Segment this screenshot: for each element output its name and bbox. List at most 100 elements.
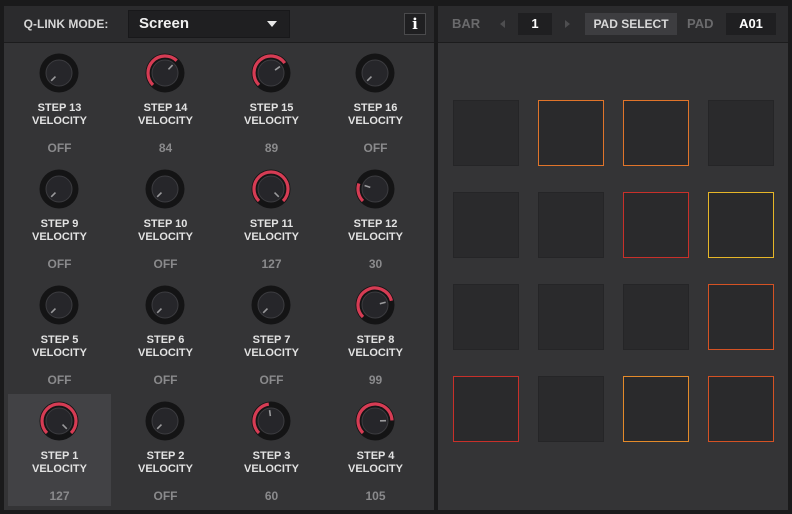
knob-step-label: STEP 14 (143, 102, 188, 114)
knob-icon[interactable] (355, 285, 395, 325)
knob-icon[interactable] (355, 401, 395, 441)
pad-button[interactable] (623, 192, 689, 258)
step-knob-cell[interactable]: STEP 4 VELOCITY 105 (324, 394, 427, 506)
knob-step-label: STEP 15 (249, 102, 294, 114)
knob-param-label: VELOCITY (31, 347, 87, 359)
knob-label: STEP 7 VELOCITY (220, 334, 323, 360)
step-knob-cell[interactable]: STEP 1 VELOCITY 127 (8, 394, 111, 506)
pad-button[interactable] (708, 100, 774, 166)
knob-label: STEP 5 VELOCITY (8, 334, 111, 360)
step-knob-cell[interactable]: STEP 11 VELOCITY 127 (220, 162, 323, 274)
knob-body (151, 59, 179, 87)
step-knob-cell[interactable]: STEP 10 VELOCITY OFF (114, 162, 217, 274)
knob-icon[interactable] (355, 53, 395, 93)
knob-icon[interactable] (251, 169, 291, 209)
knob-value: 127 (261, 257, 282, 271)
pad-button[interactable] (623, 284, 689, 350)
knob-value: OFF (153, 489, 178, 503)
qlink-mode-value: Screen (139, 15, 190, 32)
knob-icon[interactable] (145, 285, 185, 325)
pad-button[interactable] (708, 192, 774, 258)
knob-param-label: VELOCITY (31, 231, 87, 243)
knob-label: STEP 1 VELOCITY (8, 450, 111, 476)
knob-label: STEP 16 VELOCITY (324, 102, 427, 128)
pad-button[interactable] (538, 284, 604, 350)
knob-step-label: STEP 2 (146, 450, 185, 462)
knob-step-label: STEP 4 (356, 450, 395, 462)
pad-button[interactable] (453, 376, 519, 442)
knob-icon[interactable] (251, 285, 291, 325)
pad-button[interactable] (453, 192, 519, 258)
knob-value: 89 (264, 141, 279, 155)
step-knob-cell[interactable]: STEP 8 VELOCITY 99 (324, 278, 427, 390)
knob-step-label: STEP 11 (249, 218, 294, 230)
knob-icon[interactable] (145, 401, 185, 441)
pad-button[interactable] (453, 284, 519, 350)
knob-param-label: VELOCITY (243, 463, 299, 475)
knob-value: OFF (47, 373, 72, 387)
chevron-down-icon (267, 21, 277, 27)
knob-value: 127 (49, 489, 70, 503)
qlink-toolbar: Q-LINK MODE: Screen i (4, 6, 434, 43)
knob-step-label: STEP 12 (353, 218, 398, 230)
step-knob-cell[interactable]: STEP 9 VELOCITY OFF (8, 162, 111, 274)
pad-button[interactable] (453, 100, 519, 166)
info-button[interactable]: i (404, 13, 426, 35)
knob-icon[interactable] (145, 169, 185, 209)
pad-button[interactable] (623, 100, 689, 166)
knob-label: STEP 6 VELOCITY (114, 334, 217, 360)
step-knob-cell[interactable]: STEP 3 VELOCITY 60 (220, 394, 323, 506)
knob-icon[interactable] (251, 53, 291, 93)
knob-value: OFF (153, 257, 178, 271)
step-knob-cell[interactable]: STEP 14 VELOCITY 84 (114, 46, 217, 158)
step-knob-cell[interactable]: STEP 5 VELOCITY OFF (8, 278, 111, 390)
pad-grid (438, 6, 788, 510)
knob-step-label: STEP 5 (40, 334, 79, 346)
knob-label: STEP 12 VELOCITY (324, 218, 427, 244)
knob-step-label: STEP 8 (356, 334, 395, 346)
knob-body (361, 59, 389, 87)
knob-param-label: VELOCITY (137, 347, 193, 359)
knob-param-label: VELOCITY (137, 231, 193, 243)
knob-param-label: VELOCITY (243, 115, 299, 127)
knob-step-label: STEP 3 (252, 450, 291, 462)
pad-button[interactable] (538, 100, 604, 166)
step-knob-cell[interactable]: STEP 15 VELOCITY 89 (220, 46, 323, 158)
knob-icon[interactable] (251, 401, 291, 441)
step-knob-cell[interactable]: STEP 16 VELOCITY OFF (324, 46, 427, 158)
knob-icon[interactable] (355, 169, 395, 209)
knob-step-label: STEP 10 (143, 218, 188, 230)
step-knob-cell[interactable]: STEP 7 VELOCITY OFF (220, 278, 323, 390)
pad-button[interactable] (623, 376, 689, 442)
knob-body (45, 175, 73, 203)
knob-body (361, 175, 389, 203)
knob-step-label: STEP 16 (353, 102, 398, 114)
pad-button[interactable] (708, 284, 774, 350)
knob-value: 84 (158, 141, 173, 155)
knob-icon[interactable] (39, 285, 79, 325)
knob-value: OFF (47, 257, 72, 271)
qlink-mode-dropdown[interactable]: Screen (128, 10, 290, 38)
knob-body (151, 291, 179, 319)
knob-value: 99 (368, 373, 383, 387)
knob-param-label: VELOCITY (347, 347, 403, 359)
knob-label: STEP 10 VELOCITY (114, 218, 217, 244)
step-knob-cell[interactable]: STEP 12 VELOCITY 30 (324, 162, 427, 274)
knob-param-label: VELOCITY (243, 347, 299, 359)
pad-button[interactable] (708, 376, 774, 442)
knob-icon[interactable] (145, 53, 185, 93)
knob-value: OFF (259, 373, 284, 387)
step-knob-cell[interactable]: STEP 2 VELOCITY OFF (114, 394, 217, 506)
knob-label: STEP 15 VELOCITY (220, 102, 323, 128)
knob-icon[interactable] (39, 401, 79, 441)
knob-body (361, 291, 389, 319)
pad-button[interactable] (538, 376, 604, 442)
knob-label: STEP 11 VELOCITY (220, 218, 323, 244)
knob-icon[interactable] (39, 53, 79, 93)
knob-label: STEP 8 VELOCITY (324, 334, 427, 360)
pad-button[interactable] (538, 192, 604, 258)
knob-icon[interactable] (39, 169, 79, 209)
step-knob-cell[interactable]: STEP 6 VELOCITY OFF (114, 278, 217, 390)
step-velocity-screen: Q-LINK MODE: Screen i STEP 13 VELOCITY OFF… (0, 0, 792, 514)
step-knob-cell[interactable]: STEP 13 VELOCITY OFF (8, 46, 111, 158)
